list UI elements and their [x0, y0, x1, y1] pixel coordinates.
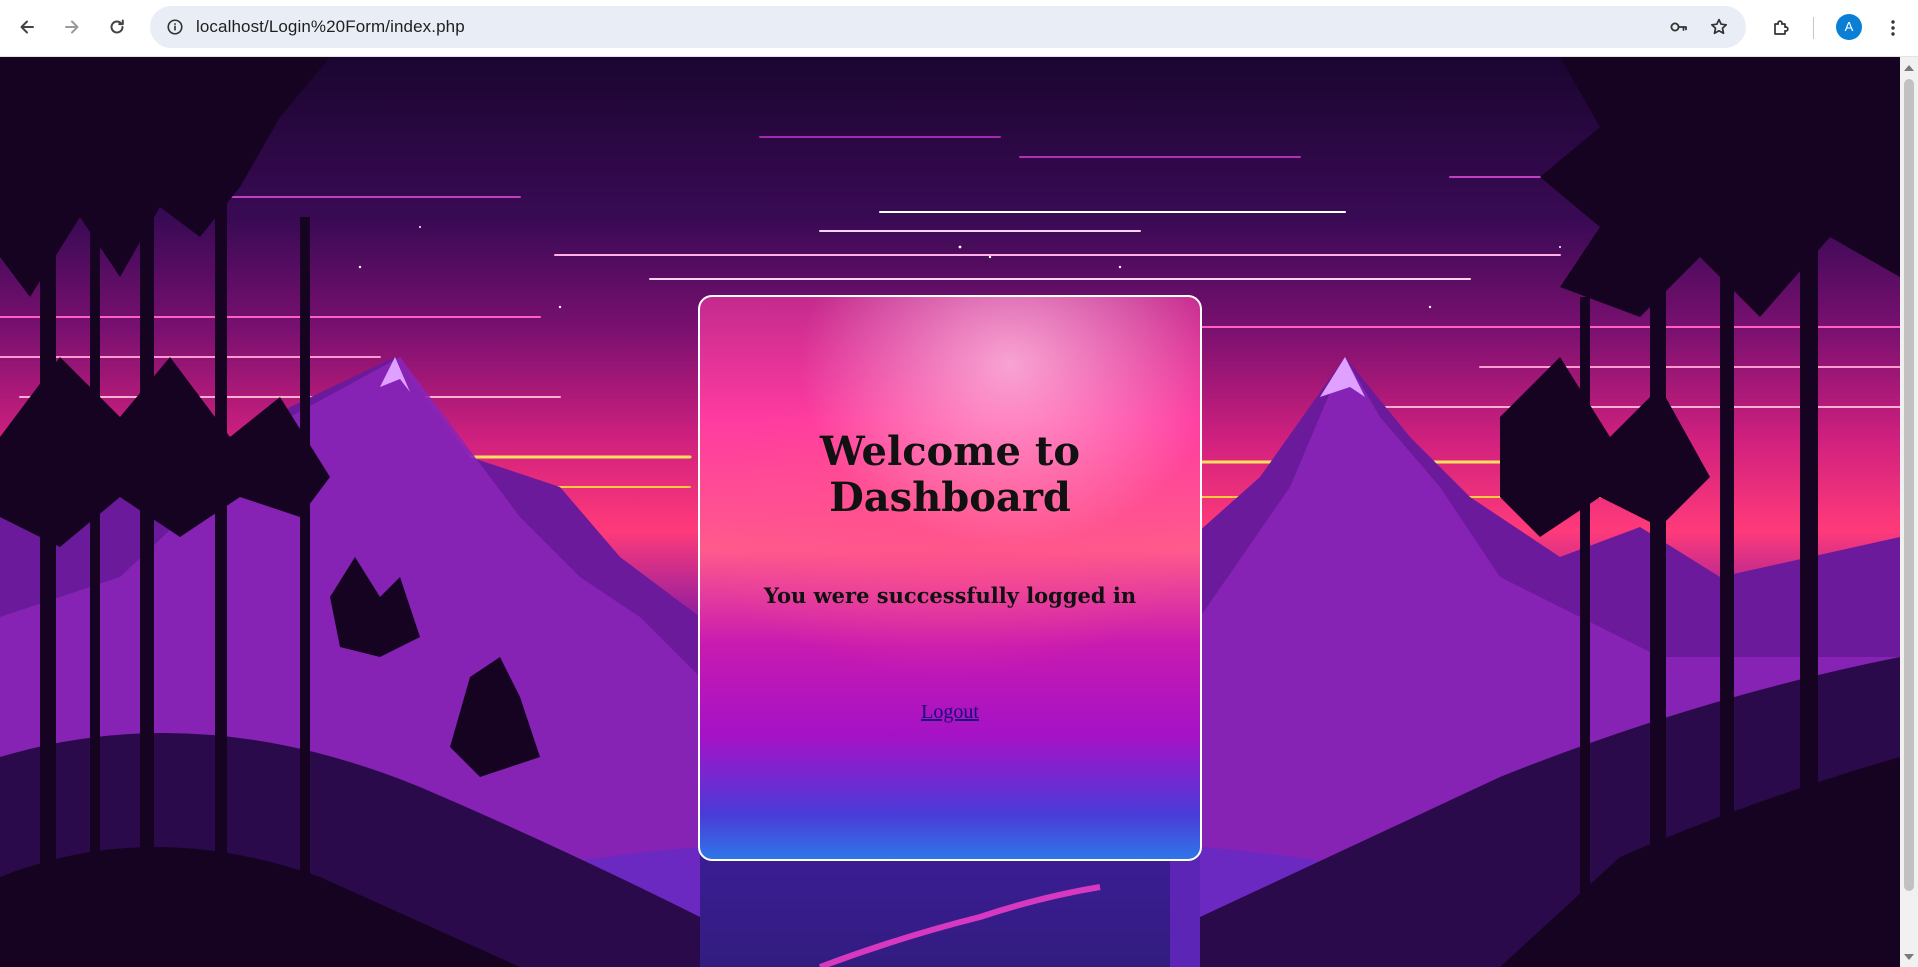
address-bar[interactable]: localhost/Login%20Form/index.php	[150, 6, 1746, 48]
password-manager-button[interactable]	[1664, 12, 1694, 42]
arrow-left-icon	[20, 20, 34, 34]
dashboard-card: Welcome to Dashboard You were successful…	[698, 295, 1202, 861]
key-icon	[1670, 22, 1687, 32]
kebab-menu-icon	[1891, 20, 1895, 36]
back-button[interactable]	[10, 10, 44, 44]
site-info-button[interactable]	[160, 12, 190, 42]
reload-icon	[110, 19, 124, 34]
page-title: Welcome to Dashboard	[819, 428, 1081, 521]
puzzle-icon	[1774, 20, 1789, 35]
reload-button[interactable]	[100, 10, 134, 44]
forward-button[interactable]	[55, 10, 89, 44]
bookmark-button[interactable]	[1704, 12, 1734, 42]
scroll-down-arrow-icon[interactable]	[1904, 954, 1914, 960]
url-text[interactable]: localhost/Login%20Form/index.php	[196, 6, 465, 48]
browser-menu-button[interactable]	[1876, 11, 1910, 45]
arrow-right-icon	[65, 20, 79, 34]
star-icon	[1710, 18, 1728, 35]
scrollbar-thumb[interactable]	[1904, 79, 1914, 891]
scroll-up-arrow-icon[interactable]	[1904, 65, 1914, 71]
vertical-scrollbar[interactable]	[1900, 57, 1918, 967]
browser-toolbar: localhost/Login%20Form/index.php A	[0, 0, 1918, 57]
info-icon	[167, 19, 183, 35]
login-success-message: You were successfully logged in	[763, 583, 1137, 608]
page-viewport: Welcome to Dashboard You were successful…	[0, 57, 1900, 967]
logout-link[interactable]: Logout	[700, 701, 1200, 724]
profile-avatar[interactable]: A	[1836, 14, 1862, 40]
toolbar-divider	[1813, 17, 1814, 39]
extensions-button[interactable]	[1764, 11, 1798, 45]
